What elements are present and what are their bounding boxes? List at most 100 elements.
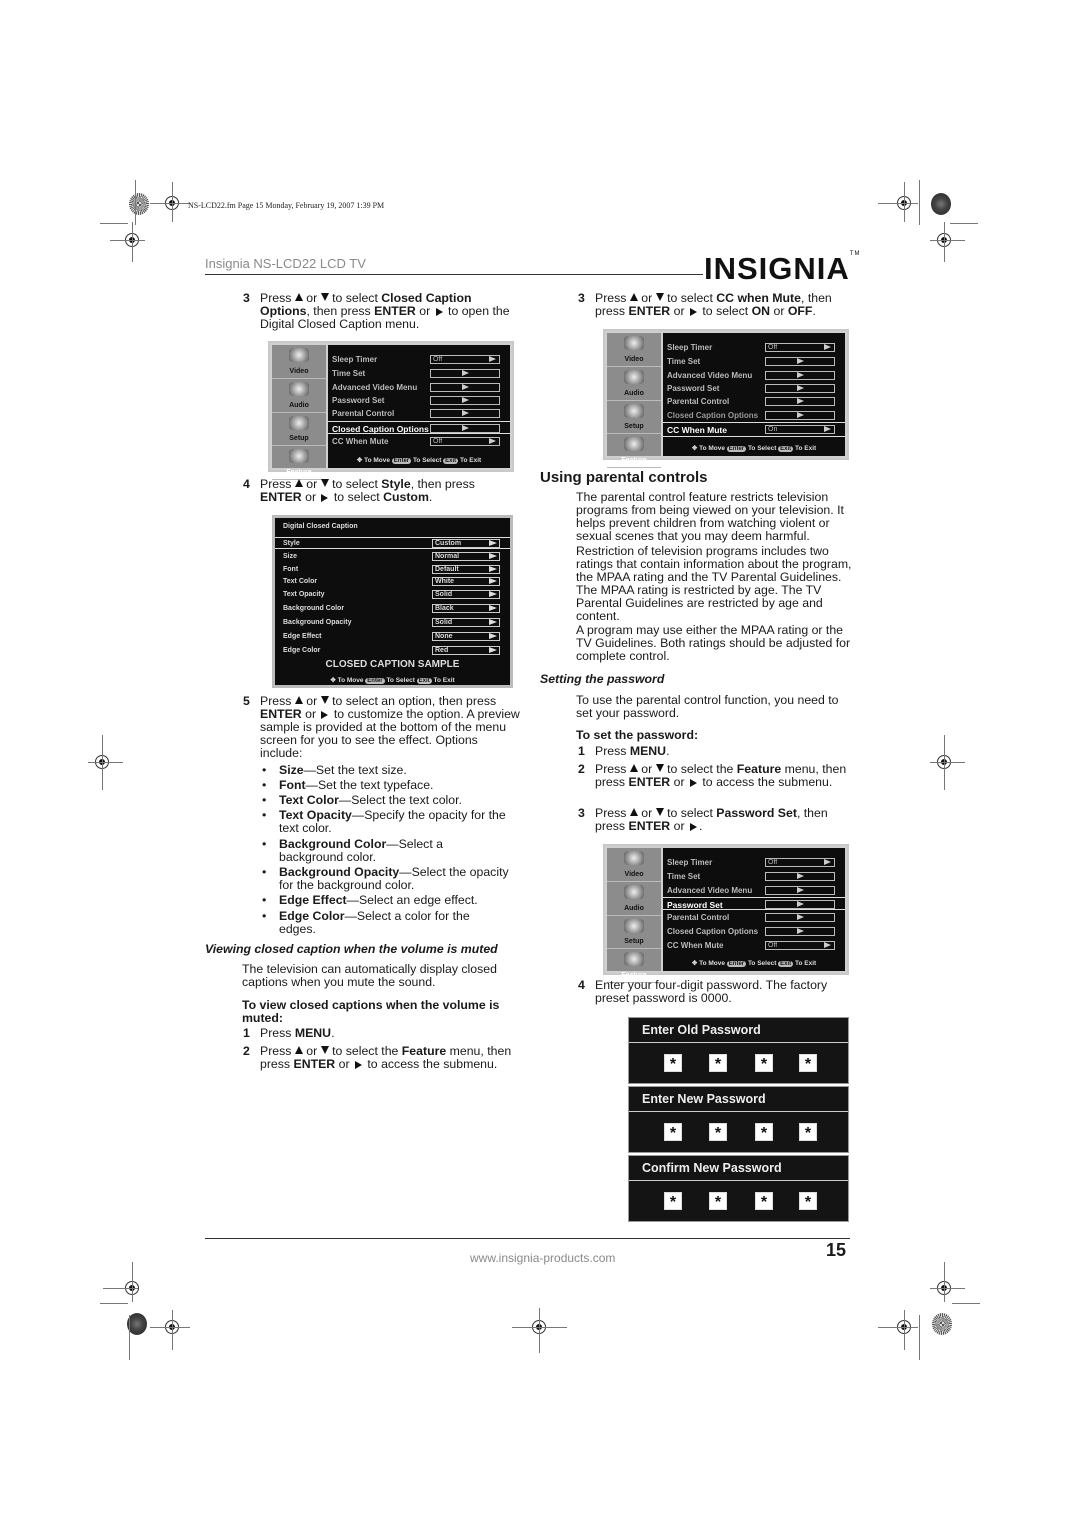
password-digit[interactable]: *	[664, 1123, 682, 1142]
menu-row-parental-control[interactable]: Parental Control	[663, 911, 845, 924]
bold-term: ENTER	[260, 707, 302, 721]
password-digit[interactable]: *	[755, 1192, 773, 1211]
feature-icon	[624, 437, 644, 452]
menu-row-parental-control[interactable]: Parental Control	[663, 395, 845, 408]
option-desc: —Set the text typeface.	[305, 778, 434, 792]
menu-row-parental-control[interactable]: Parental Control	[328, 407, 510, 420]
menu-row-cc-when-mute[interactable]: CC When Mute Off	[328, 435, 510, 448]
password-digits[interactable]: * * * *	[629, 1043, 848, 1083]
password-digits[interactable]: * * * *	[629, 1112, 848, 1152]
cc-row-edge-color[interactable]: Edge Color Red	[275, 645, 510, 657]
menu-title: Digital Closed Caption	[283, 523, 358, 530]
tv-setup-menu-cc-when-mute: Video Audio Setup Feature Sleep Timer Off…	[603, 329, 849, 468]
step-number: 4	[578, 978, 585, 992]
section-heading-password: Setting the password	[540, 672, 665, 686]
text: to select the	[332, 1044, 399, 1058]
row-label: Time Set	[667, 872, 701, 881]
sidebar-item-video[interactable]: Video	[272, 348, 326, 379]
text: to select the	[667, 762, 734, 776]
footer-url[interactable]: www.insignia-products.com	[470, 1251, 615, 1265]
row-value	[765, 927, 835, 936]
cc-row-text-color[interactable]: Text Color White	[275, 576, 510, 588]
menu-row-advanced-video[interactable]: Advanced Video Menu	[328, 381, 510, 394]
password-digit[interactable]: *	[799, 1123, 817, 1142]
exit-key-icon: Exit	[416, 678, 432, 684]
menu-row-password-set[interactable]: Password Set	[328, 394, 510, 407]
menu-row-closed-caption-options[interactable]: Closed Caption Options	[663, 925, 845, 938]
password-digits[interactable]: * * * *	[629, 1181, 848, 1221]
menu-row-advanced-video[interactable]: Advanced Video Menu	[663, 884, 845, 897]
cc-row-edge-effect[interactable]: Edge Effect None	[275, 631, 510, 643]
menu-row-cc-when-mute[interactable]: CC When Mute Off	[663, 939, 845, 952]
row-value	[765, 357, 835, 366]
menu-row-cc-when-mute[interactable]: CC When Mute On	[663, 422, 845, 437]
sidebar-item-audio[interactable]: Audio	[607, 884, 661, 916]
password-digit[interactable]: *	[799, 1192, 817, 1211]
password-digit[interactable]: *	[799, 1054, 817, 1073]
up-arrow-icon	[629, 764, 638, 773]
crop-mark	[944, 735, 945, 790]
cc-row-style[interactable]: Style Custom	[275, 537, 510, 549]
password-digit[interactable]: *	[709, 1054, 727, 1073]
cc-row-text-opacity[interactable]: Text Opacity Solid	[275, 589, 510, 601]
crop-mark	[930, 1288, 965, 1289]
video-icon	[624, 336, 644, 350]
sidebar-item-audio[interactable]: Audio	[272, 381, 326, 413]
row-value: Off	[430, 355, 500, 364]
text: Press	[260, 1044, 292, 1058]
menu-row-sleep-timer[interactable]: Sleep Timer Off	[328, 353, 510, 366]
option-item-font: Font—Set the text typeface.	[262, 778, 519, 793]
up-arrow-icon	[629, 808, 638, 817]
menu-row-time-set[interactable]: Time Set	[663, 355, 845, 368]
password-box-new: Enter New Password * * * *	[628, 1086, 849, 1153]
text: or	[306, 694, 318, 708]
menu-hint-bar: ✥ To Move Enter To Select Exit To Exit	[328, 456, 510, 464]
row-value	[765, 411, 835, 420]
menu-row-closed-caption-options[interactable]: Closed Caption Options	[663, 409, 845, 422]
sidebar-item-audio[interactable]: Audio	[607, 369, 661, 401]
password-digit[interactable]: *	[709, 1123, 727, 1142]
password-digit[interactable]: *	[664, 1192, 682, 1211]
bold-term: ENTER	[260, 490, 302, 504]
sidebar-label: Audio	[624, 904, 644, 912]
row-value	[430, 396, 500, 405]
sidebar-item-feature[interactable]: Feature	[272, 449, 326, 480]
row-label: Advanced Video Menu	[667, 371, 753, 380]
sidebar-item-setup[interactable]: Setup	[272, 415, 326, 447]
setup-icon	[624, 918, 644, 933]
menu-row-advanced-video[interactable]: Advanced Video Menu	[663, 369, 845, 382]
sidebar-item-video[interactable]: Video	[607, 336, 661, 367]
crop-mark	[930, 240, 965, 241]
sidebar-item-video[interactable]: Video	[607, 851, 661, 882]
sidebar-item-setup[interactable]: Setup	[607, 403, 661, 435]
cc-row-font[interactable]: Font Default	[275, 564, 510, 576]
password-digit[interactable]: *	[755, 1123, 773, 1142]
crop-mark	[132, 222, 133, 262]
row-label: Password Set	[332, 396, 385, 405]
password-digit[interactable]: *	[664, 1054, 682, 1073]
menu-row-time-set[interactable]: Time Set	[328, 367, 510, 380]
password-digit[interactable]: *	[709, 1192, 727, 1211]
menu-row-password-set[interactable]: Password Set	[663, 382, 845, 395]
sidebar-item-feature[interactable]: Feature	[607, 437, 661, 468]
cc-row-background-opacity[interactable]: Background Opacity Solid	[275, 617, 510, 629]
password-box-old: Enter Old Password * * * *	[628, 1017, 849, 1084]
cc-row-size[interactable]: Size Normal	[275, 551, 510, 563]
menu-row-password-set[interactable]: Password Set	[663, 897, 845, 910]
menu-row-time-set[interactable]: Time Set	[663, 870, 845, 883]
brand-logo: INSIGNIATM	[704, 251, 860, 287]
color-bar-disc-icon	[129, 193, 149, 215]
option-item-edge-color: Edge Color—Select a color for the edges.	[262, 910, 489, 936]
step-number: 1	[243, 1026, 250, 1040]
menu-row-sleep-timer[interactable]: Sleep Timer Off	[663, 341, 845, 354]
cc-row-background-color[interactable]: Background Color Black	[275, 603, 510, 615]
password-digit[interactable]: *	[755, 1054, 773, 1073]
menu-row-sleep-timer[interactable]: Sleep Timer Off	[663, 856, 845, 869]
text: Press	[595, 291, 627, 305]
sidebar-item-setup[interactable]: Setup	[607, 918, 661, 950]
tv-setup-menu-closed-caption: Video Audio Setup Feature Sleep Timer Off…	[268, 341, 514, 480]
menu-row-closed-caption-options[interactable]: Closed Caption Options	[328, 421, 510, 434]
row-label: Parental Control	[667, 913, 730, 922]
row-value: Normal	[432, 552, 500, 561]
step-5-customize: 5 Press or to select an option, then pre…	[243, 694, 520, 760]
